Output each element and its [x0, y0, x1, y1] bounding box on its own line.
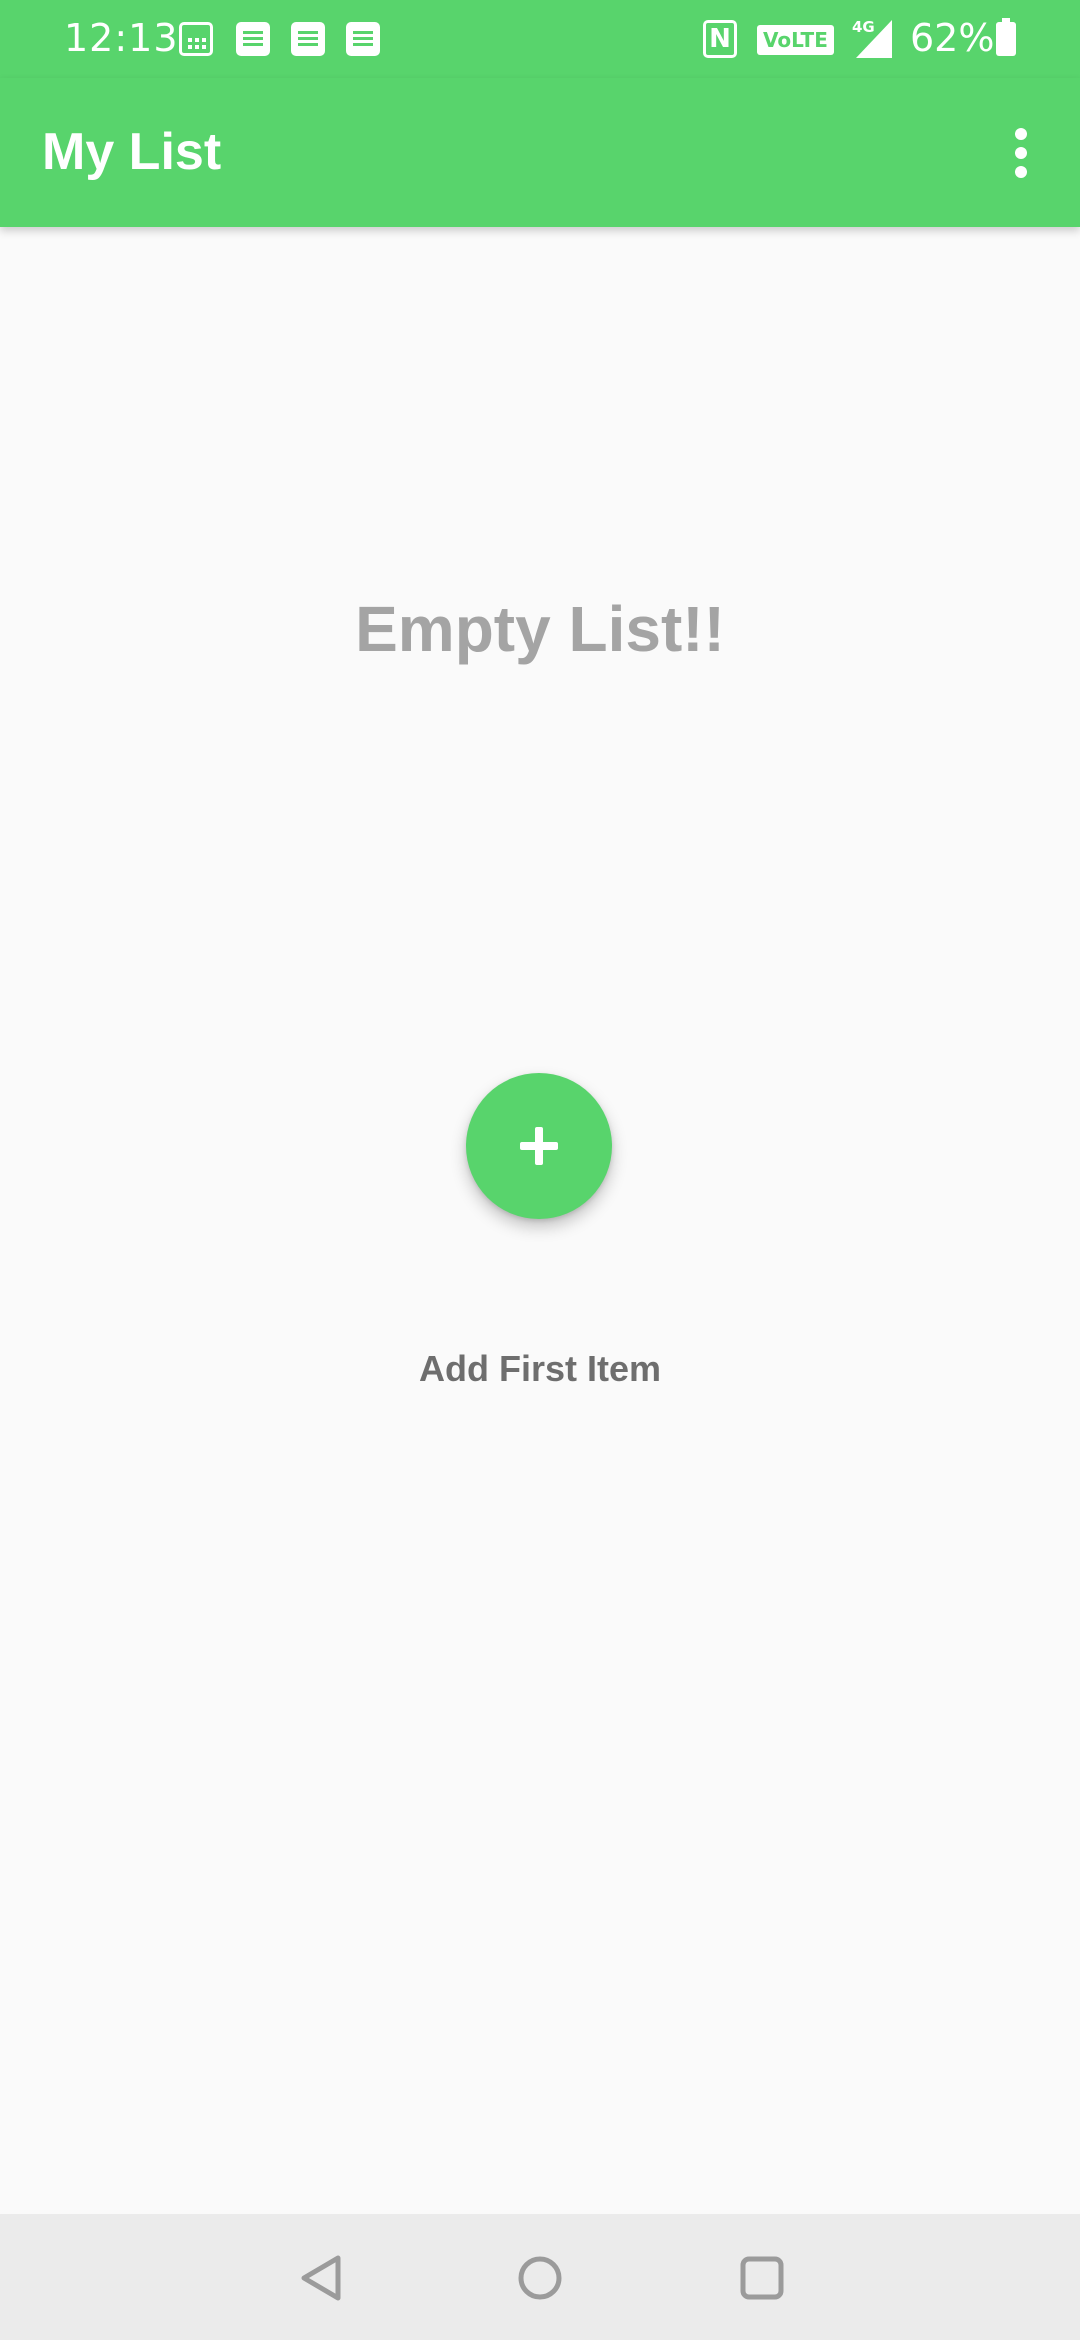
nfc-icon: N — [703, 20, 737, 58]
add-first-item-label: Add First Item — [418, 1348, 661, 1389]
status-bar: 12:13 N VoLTE 4G R 62% — [0, 0, 1080, 78]
battery-percent: 62% — [910, 16, 995, 60]
network-type-label: 4G — [852, 18, 875, 36]
back-icon[interactable] — [282, 2238, 362, 2318]
document-icon — [346, 22, 380, 56]
status-time: 12:13 — [64, 16, 179, 60]
document-icon — [236, 22, 270, 56]
home-icon[interactable] — [500, 2238, 580, 2318]
app-bar: My List — [0, 78, 1080, 227]
plus-icon — [466, 1073, 612, 1219]
navigation-bar — [0, 2214, 1080, 2340]
recents-icon[interactable] — [722, 2238, 802, 2318]
empty-list-message: Empty List!! — [355, 593, 725, 665]
more-vert-icon[interactable] — [1000, 118, 1044, 188]
page-title: My List — [42, 123, 222, 181]
battery-icon — [996, 18, 1016, 56]
roaming-indicator: R — [879, 44, 890, 60]
add-item-button[interactable] — [466, 1073, 612, 1219]
document-icon — [291, 22, 325, 56]
volte-badge: VoLTE — [757, 25, 834, 55]
calculator-icon — [179, 22, 213, 56]
